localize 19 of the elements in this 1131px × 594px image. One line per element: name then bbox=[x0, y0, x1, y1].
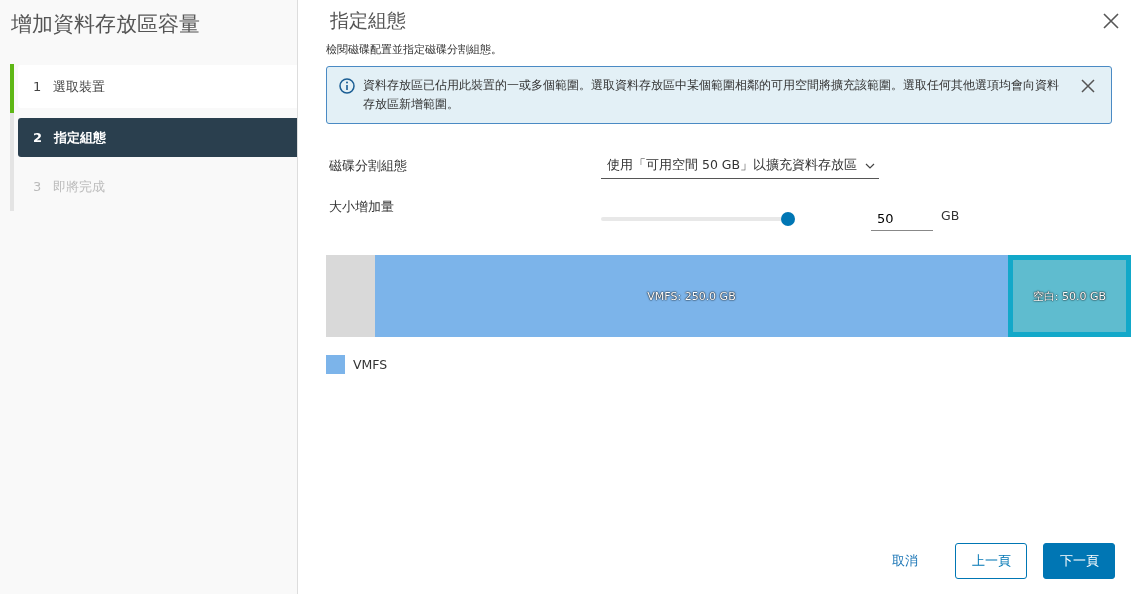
page-title: 指定組態 bbox=[330, 8, 406, 33]
field-label: 大小增加量 bbox=[328, 199, 395, 216]
wizard-step[interactable]: 1 選取裝置 bbox=[18, 65, 297, 108]
wizard-step[interactable]: 2 指定組態 bbox=[18, 118, 297, 157]
info-icon bbox=[339, 78, 355, 94]
back-button[interactable]: 上一頁 bbox=[955, 543, 1027, 579]
close-icon[interactable] bbox=[1081, 79, 1095, 93]
cancel-button[interactable]: 取消 bbox=[877, 543, 933, 579]
alert-text: 資料存放區已佔用此裝置的一或多個範圍。選取資料存放區中某個範圍相鄰的可用空間將擴充該範圍。選取任何其他選項均會向資料存放區新增範圍。 bbox=[363, 77, 1060, 113]
unit-label: GB bbox=[941, 207, 960, 223]
slider-thumb[interactable] bbox=[781, 212, 795, 226]
subtitle: 檢閱磁碟配置並指定磁碟分割組態。 bbox=[326, 42, 503, 57]
chevron-icon bbox=[865, 162, 876, 169]
close-icon[interactable] bbox=[1103, 13, 1119, 29]
wizard-title: 增加資料存放區容量 bbox=[10, 11, 201, 38]
legend-label: VMFS bbox=[353, 357, 388, 372]
field-label: 磁碟分割組態 bbox=[328, 158, 408, 175]
next-button[interactable]: 下一頁 bbox=[1043, 543, 1115, 579]
partition-dropdown[interactable]: 使用「可用空間 50 GB」以擴充資料存放區 bbox=[601, 154, 880, 179]
